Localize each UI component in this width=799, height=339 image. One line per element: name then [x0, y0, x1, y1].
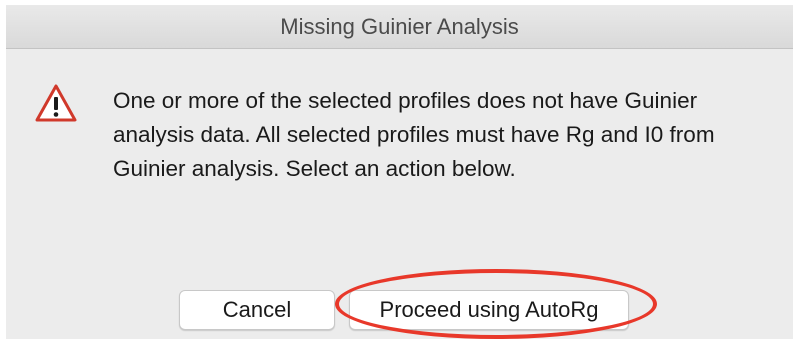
proceed-autorg-button[interactable]: Proceed using AutoRg — [349, 290, 629, 330]
missing-guinier-dialog: Missing Guinier Analysis One or more of … — [6, 5, 793, 339]
warning-triangle-icon — [35, 84, 77, 122]
dialog-titlebar[interactable]: Missing Guinier Analysis — [6, 5, 793, 49]
cancel-button[interactable]: Cancel — [179, 290, 335, 330]
dialog-title: Missing Guinier Analysis — [280, 14, 519, 39]
dialog-message: One or more of the selected profiles doe… — [113, 88, 715, 181]
